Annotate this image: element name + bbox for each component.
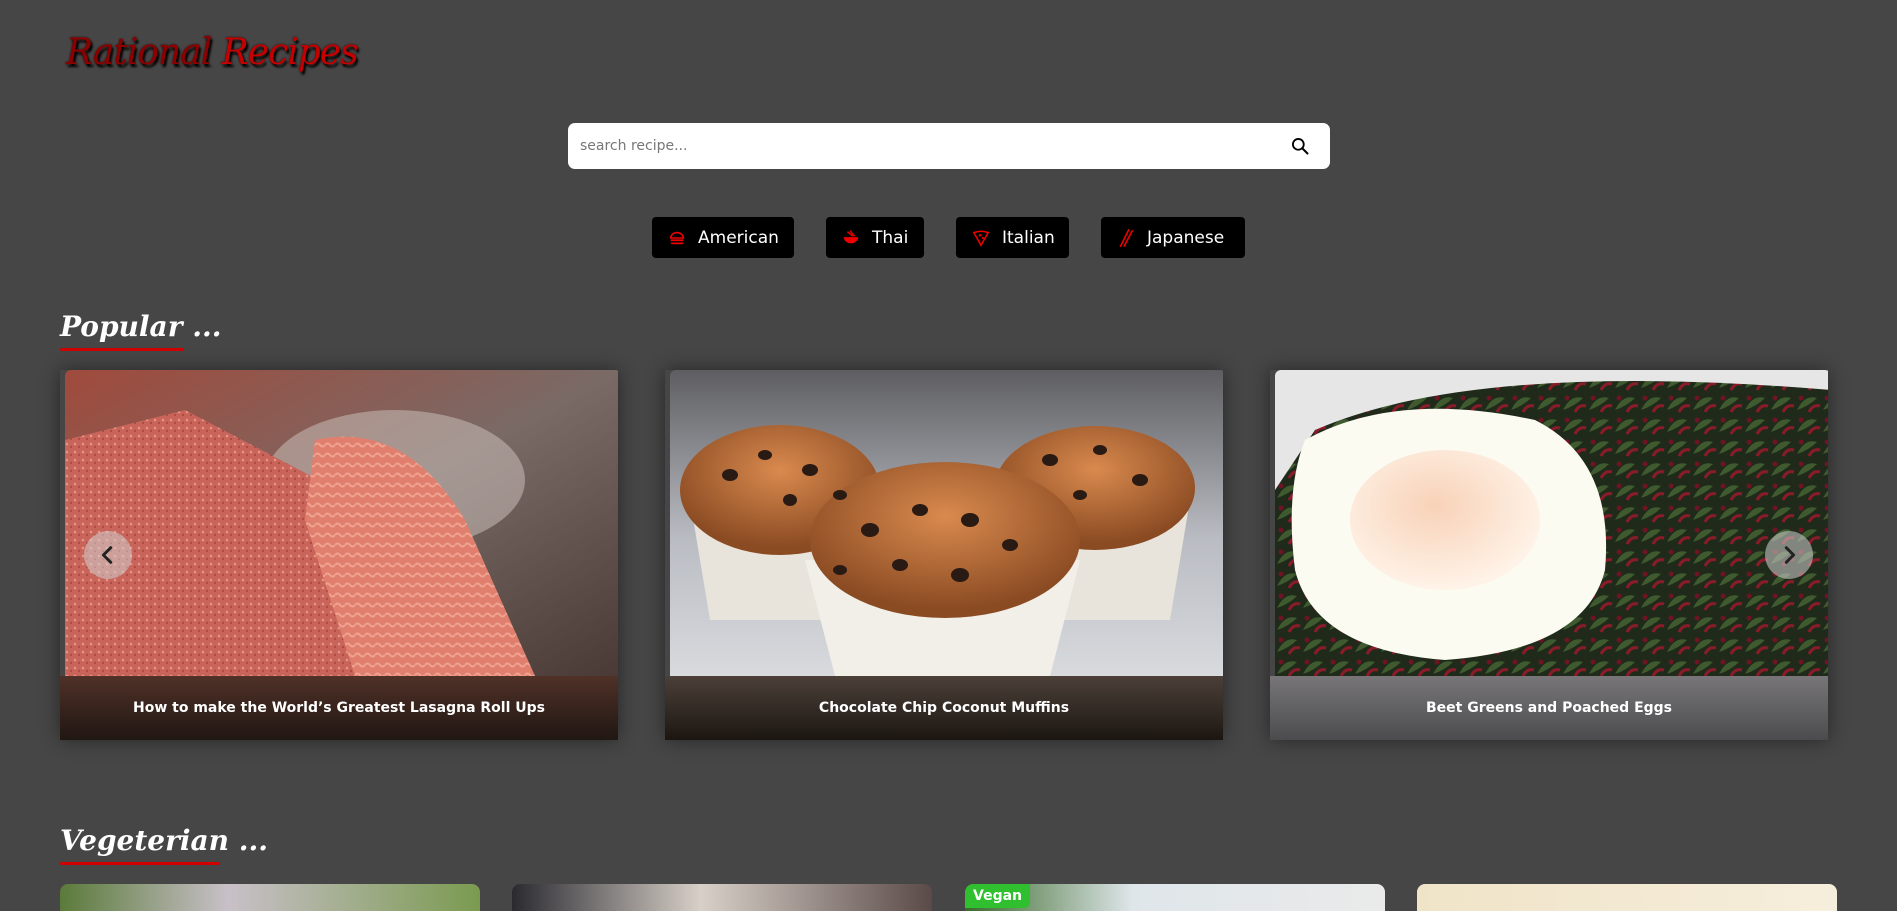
recipe-card[interactable] [1417,884,1837,911]
section-underline [60,348,184,351]
chevron-right-icon [1784,546,1796,564]
cuisine-thai-button[interactable]: Thai [826,217,924,258]
search-bar [568,123,1330,169]
burger-icon [669,231,685,244]
cuisine-label: Thai [872,227,909,248]
site-logo[interactable]: Rational Recipes [66,32,359,73]
recipe-card[interactable]: Vegan [965,884,1385,911]
recipe-card[interactable] [60,884,480,911]
recipe-title: How to make the World’s Greatest Lasagna… [60,676,618,740]
recipe-image[interactable] [1275,370,1828,676]
cuisine-italian-button[interactable]: Italian [956,217,1069,258]
cuisine-label: American [698,227,779,248]
recipe-card[interactable]: Beet Greens and Poached Eggs [1270,370,1828,740]
recipe-image[interactable] [65,370,618,676]
carousel-prev-button[interactable] [84,531,132,579]
cuisine-japanese-button[interactable]: Japanese [1101,217,1245,258]
chevron-left-icon [101,546,113,564]
recipe-card[interactable]: Chocolate Chip Coconut Muffins [665,370,1223,740]
search-icon[interactable] [1290,136,1310,156]
cuisine-bar: American Thai Italian Japanese [0,217,1897,258]
recipe-image[interactable] [670,370,1223,676]
vegetarian-section-title: Vegeterian ... [60,824,268,865]
popular-section-title: Popular ... [60,310,222,351]
recipe-card[interactable]: How to make the World’s Greatest Lasagna… [60,370,618,740]
cuisine-american-button[interactable]: American [652,217,794,258]
recipe-title: Beet Greens and Poached Eggs [1270,676,1828,740]
search-input[interactable] [580,123,1260,169]
section-title-text: Popular ... [60,310,222,343]
cuisine-label: Italian [1002,227,1055,248]
pizza-icon [972,229,990,247]
logo-word-1: Rational [66,32,212,73]
noodle-bowl-icon [843,229,859,243]
recipe-title: Chocolate Chip Coconut Muffins [665,676,1223,740]
recipe-card[interactable] [512,884,932,911]
carousel-next-button[interactable] [1765,531,1813,579]
popular-carousel: How to make the World’s Greatest Lasagna… [60,370,1838,740]
logo-word-2: Recipes [221,32,359,73]
vegan-badge: Vegan [965,884,1030,908]
section-underline [60,862,220,865]
chopsticks-icon [1119,228,1134,247]
section-title-text: Vegeterian ... [60,824,268,857]
cuisine-label: Japanese [1147,227,1225,248]
vegetarian-row: Vegan [60,884,1838,911]
